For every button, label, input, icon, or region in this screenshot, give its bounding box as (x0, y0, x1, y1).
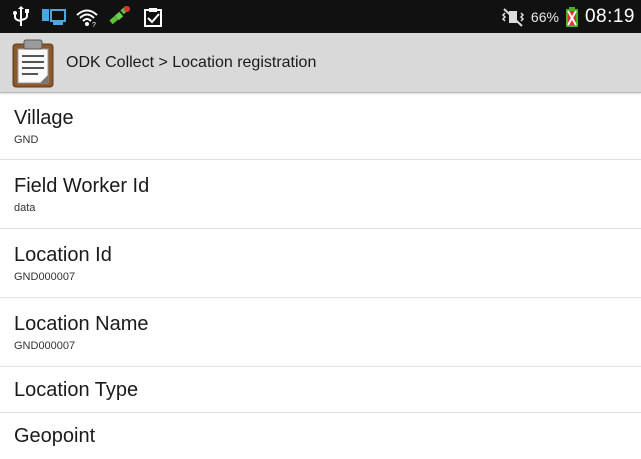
list-item-field-worker-id[interactable]: Field Worker Id data (0, 160, 641, 229)
field-value: GND000007 (14, 270, 76, 283)
battery-percent: 66% (530, 8, 559, 25)
field-value: GND000007 (14, 339, 76, 352)
status-system-icons: 66% 08:19 (500, 0, 635, 33)
list-item-village[interactable]: Village GND (0, 93, 641, 160)
battery-charging-icon (564, 4, 580, 30)
form-field-list: Village GND Field Worker Id data Locatio… (0, 93, 641, 459)
field-label: Village (14, 106, 74, 129)
list-item-location-name[interactable]: Location Name GND000007 (0, 298, 641, 367)
field-label: Location Id (14, 243, 112, 266)
clipboard-icon[interactable] (10, 38, 56, 88)
screen-share-icon (41, 4, 67, 30)
field-label: Location Type (14, 378, 139, 401)
satellite-icon (107, 4, 133, 30)
status-notification-icons: ? (8, 0, 166, 33)
field-label: Field Worker Id (14, 174, 150, 197)
list-item-geopoint[interactable]: Geopoint (0, 413, 641, 459)
clipboard-check-icon (140, 4, 166, 30)
field-value: data (14, 201, 36, 214)
clock: 08:19 (584, 5, 635, 27)
field-label: Geopoint (14, 425, 96, 447)
usb-icon (8, 4, 34, 30)
status-bar: ? 66% 08:19 (0, 0, 641, 33)
svg-text:?: ? (92, 22, 96, 28)
list-item-location-id[interactable]: Location Id GND000007 (0, 229, 641, 298)
title-bar: ODK Collect > Location registration (0, 33, 641, 93)
field-label: Location Name (14, 312, 149, 335)
list-item-location-type[interactable]: Location Type (0, 367, 641, 413)
vibrate-mute-icon (500, 4, 526, 30)
field-value: GND (14, 133, 39, 146)
wifi-icon: ? (74, 4, 100, 30)
page-title: ODK Collect > Location registration (66, 53, 317, 71)
